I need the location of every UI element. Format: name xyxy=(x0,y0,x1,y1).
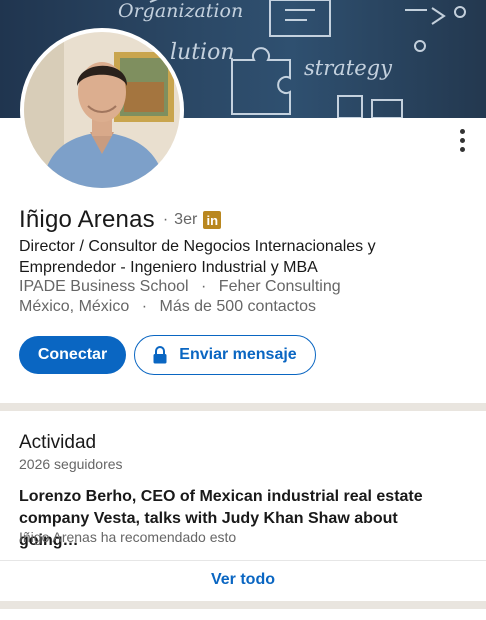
profile-photo[interactable] xyxy=(20,28,184,192)
banner-word: lution xyxy=(170,40,235,65)
send-message-label: Enviar mensaje xyxy=(179,346,297,363)
dot-icon xyxy=(459,129,465,134)
send-message-button[interactable]: Enviar mensaje xyxy=(134,335,316,375)
post-title-line: Lorenzo Berho, CEO of Mexican industrial… xyxy=(19,488,423,505)
location: México, México xyxy=(19,298,130,315)
meta-separator: · xyxy=(201,278,207,295)
activity-title: Actividad xyxy=(19,432,97,453)
connection-separator: · xyxy=(162,211,169,228)
dot-icon xyxy=(459,147,465,152)
profile-headline: Director / Consultor de Negocios Interna… xyxy=(19,236,469,278)
section-divider xyxy=(0,403,486,411)
dot-icon xyxy=(459,138,465,143)
banner-word: strategy xyxy=(304,56,392,80)
meta-separator: · xyxy=(141,298,148,315)
person-photo-illustration xyxy=(24,32,180,188)
banner-word: Organization xyxy=(118,0,244,22)
headline-line: Emprendedor - Ingeniero Industrial y MBA xyxy=(19,259,318,276)
linkedin-premium-icon: in xyxy=(203,211,222,229)
section-divider xyxy=(0,601,486,609)
activity-separator xyxy=(0,560,486,561)
location-line: México, México · Más de 500 contactos xyxy=(19,298,316,316)
connect-button[interactable]: Conectar xyxy=(19,336,126,374)
headline-line: Director / Consultor de Negocios Interna… xyxy=(19,238,376,255)
more-options-button[interactable] xyxy=(458,129,466,155)
company-link[interactable]: Feher Consulting xyxy=(219,278,341,295)
activity-post-meta: Iñigo Arenas ha recomendado esto xyxy=(19,529,237,545)
see-all-activity-link[interactable]: Ver todo xyxy=(0,571,486,589)
education-link[interactable]: IPADE Business School xyxy=(19,278,189,295)
connections-count[interactable]: Más de 500 contactos xyxy=(159,298,316,315)
name-row: Iñigo Arenas · 3er in xyxy=(19,206,222,234)
education-company-line: IPADE Business School · Feher Consulting xyxy=(19,278,341,296)
lock-icon xyxy=(153,346,167,364)
followers-count: 2026 seguidores xyxy=(19,456,123,472)
profile-name: Iñigo Arenas xyxy=(19,206,155,233)
connection-degree: 3er xyxy=(174,211,198,228)
